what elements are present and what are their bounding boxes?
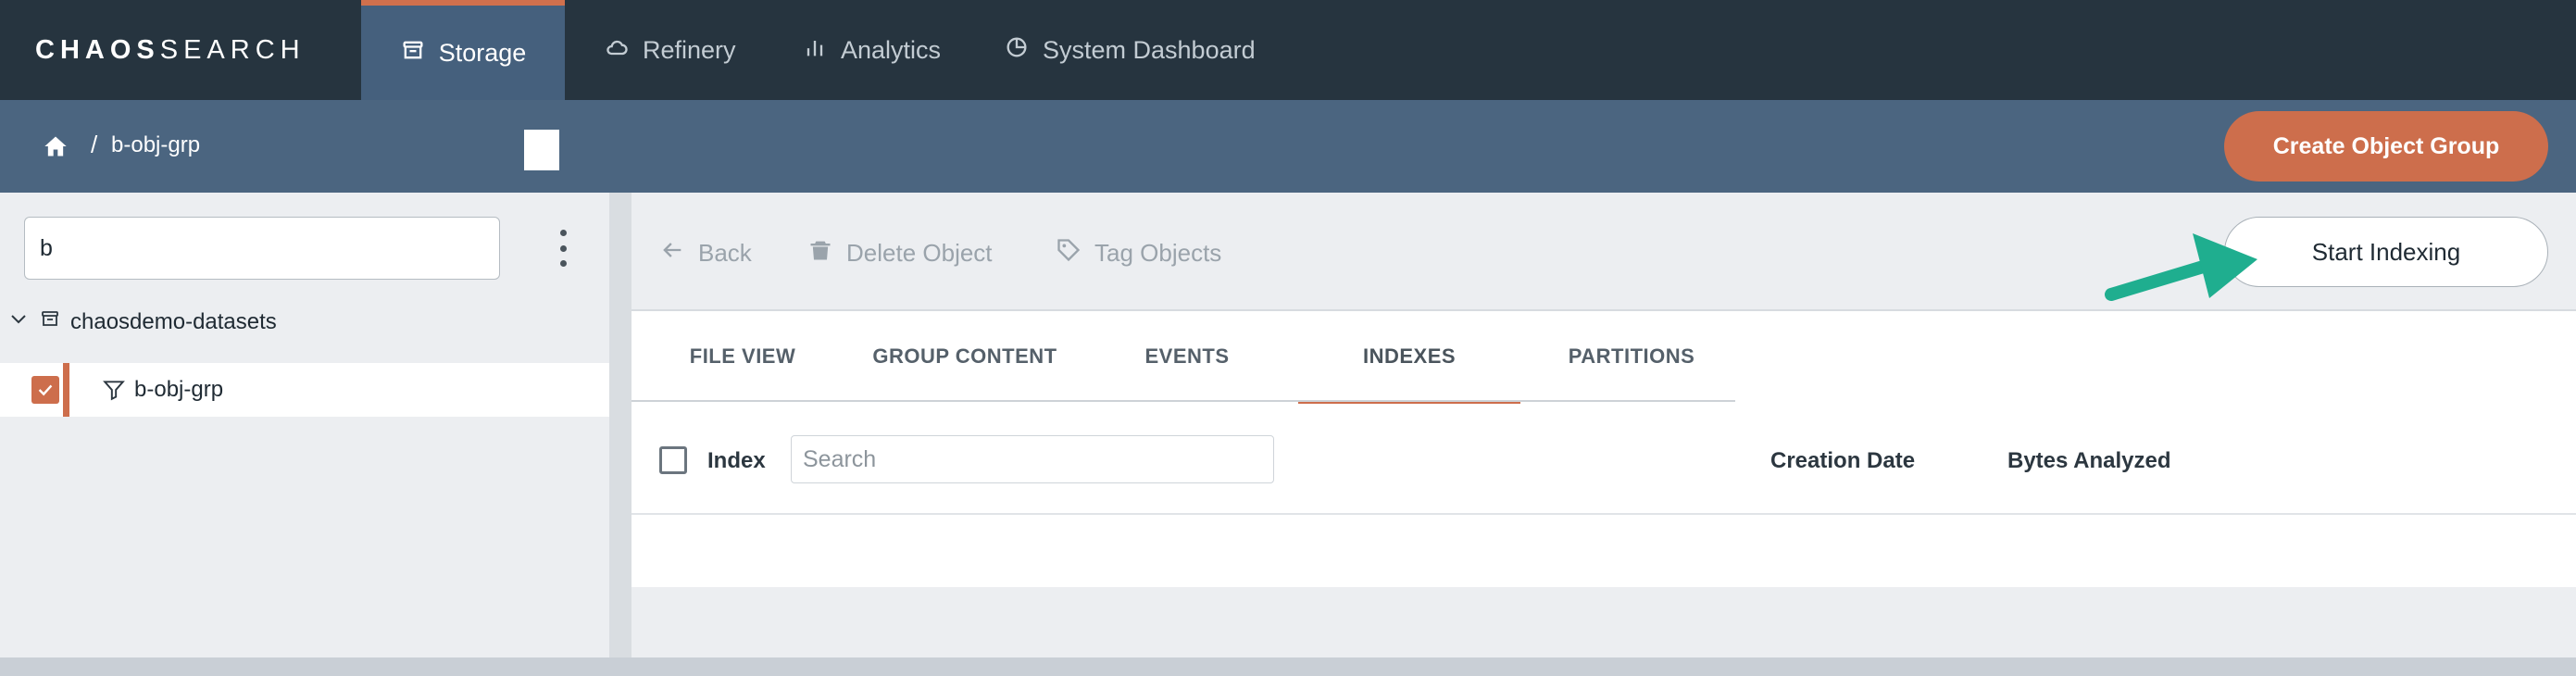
chevron-down-icon[interactable] [7, 307, 30, 336]
nav-tab-label: Refinery [643, 35, 736, 64]
nav-tab-label: System Dashboard [1043, 35, 1256, 64]
tree-search-input[interactable]: b [24, 217, 500, 280]
object-tree-panel: b chaosdemo-datasets b-obj-grp [0, 193, 609, 657]
panel-divider[interactable] [609, 193, 631, 657]
nav-tab-system-dashboard[interactable]: System Dashboard [1004, 0, 1256, 100]
tab-underline [631, 400, 1735, 402]
storage-icon [400, 37, 426, 69]
tag-label: Tag Objects [1094, 239, 1222, 267]
chaossearch-logo[interactable]: CHAOSSEARCH [35, 35, 306, 66]
breadcrumb-blank-box [524, 130, 559, 170]
content-background [631, 587, 2576, 657]
indexes-table: Index Search Creation Date Bytes Analyze… [631, 404, 2576, 587]
column-header-index[interactable]: Index [707, 448, 766, 474]
cloud-icon [604, 34, 630, 67]
more-options-icon[interactable] [554, 230, 572, 267]
nav-tab-refinery[interactable]: Refinery [604, 0, 736, 100]
bottom-edge [0, 657, 2576, 676]
back-label: Back [698, 239, 752, 267]
create-object-group-button[interactable]: Create Object Group [2224, 111, 2548, 182]
nav-tab-analytics[interactable]: Analytics [802, 0, 941, 100]
tag-objects-button[interactable]: Tag Objects [1056, 237, 1221, 269]
tab-partitions[interactable]: PARTITIONS [1520, 311, 1743, 402]
select-all-checkbox[interactable] [659, 446, 687, 474]
index-search-input[interactable]: Search [791, 435, 1274, 483]
tab-group-content[interactable]: GROUP CONTENT [854, 311, 1076, 402]
delete-object-button[interactable]: Delete Object [807, 237, 993, 269]
back-button[interactable]: Back [659, 237, 752, 269]
tab-bar: FILE VIEW GROUP CONTENT EVENTS INDEXES P… [631, 311, 2576, 404]
bucket-icon [39, 307, 61, 336]
trash-icon [807, 237, 833, 269]
tab-indexes[interactable]: INDEXES [1298, 311, 1520, 404]
bar-chart-icon [802, 34, 828, 67]
tab-events[interactable]: EVENTS [1076, 311, 1298, 402]
tab-file-view[interactable]: FILE VIEW [631, 311, 854, 402]
column-header-creation-date[interactable]: Creation Date [1770, 448, 1915, 474]
table-divider [631, 513, 2576, 515]
dashboard-icon [1004, 34, 1030, 67]
tree-item-checkbox[interactable] [31, 376, 59, 404]
filter-icon [102, 378, 126, 402]
selection-indicator [63, 363, 69, 417]
nav-tab-label: Storage [438, 38, 527, 67]
tree-root-label: chaosdemo-datasets [70, 308, 277, 334]
tree-item-selected[interactable]: b-obj-grp [0, 363, 609, 417]
tag-icon [1056, 237, 1082, 269]
annotation-arrow-icon [2105, 233, 2257, 301]
breadcrumb-separator: / [91, 131, 98, 158]
breadcrumb-bar: / b-obj-grp Create Object Group [0, 100, 2576, 193]
delete-label: Delete Object [846, 239, 993, 267]
home-icon[interactable] [43, 133, 69, 159]
nav-tab-storage[interactable]: Storage [361, 0, 565, 100]
nav-tab-label: Analytics [841, 35, 942, 64]
column-header-bytes-analyzed[interactable]: Bytes Analyzed [2007, 448, 2171, 474]
breadcrumb-current[interactable]: b-obj-grp [111, 132, 200, 158]
tree-child-label: b-obj-grp [134, 377, 224, 402]
arrow-left-icon [659, 237, 685, 269]
top-nav: CHAOSSEARCH Storage Refinery Analytics S… [0, 0, 2576, 100]
tree-item-root[interactable]: chaosdemo-datasets [7, 307, 277, 336]
